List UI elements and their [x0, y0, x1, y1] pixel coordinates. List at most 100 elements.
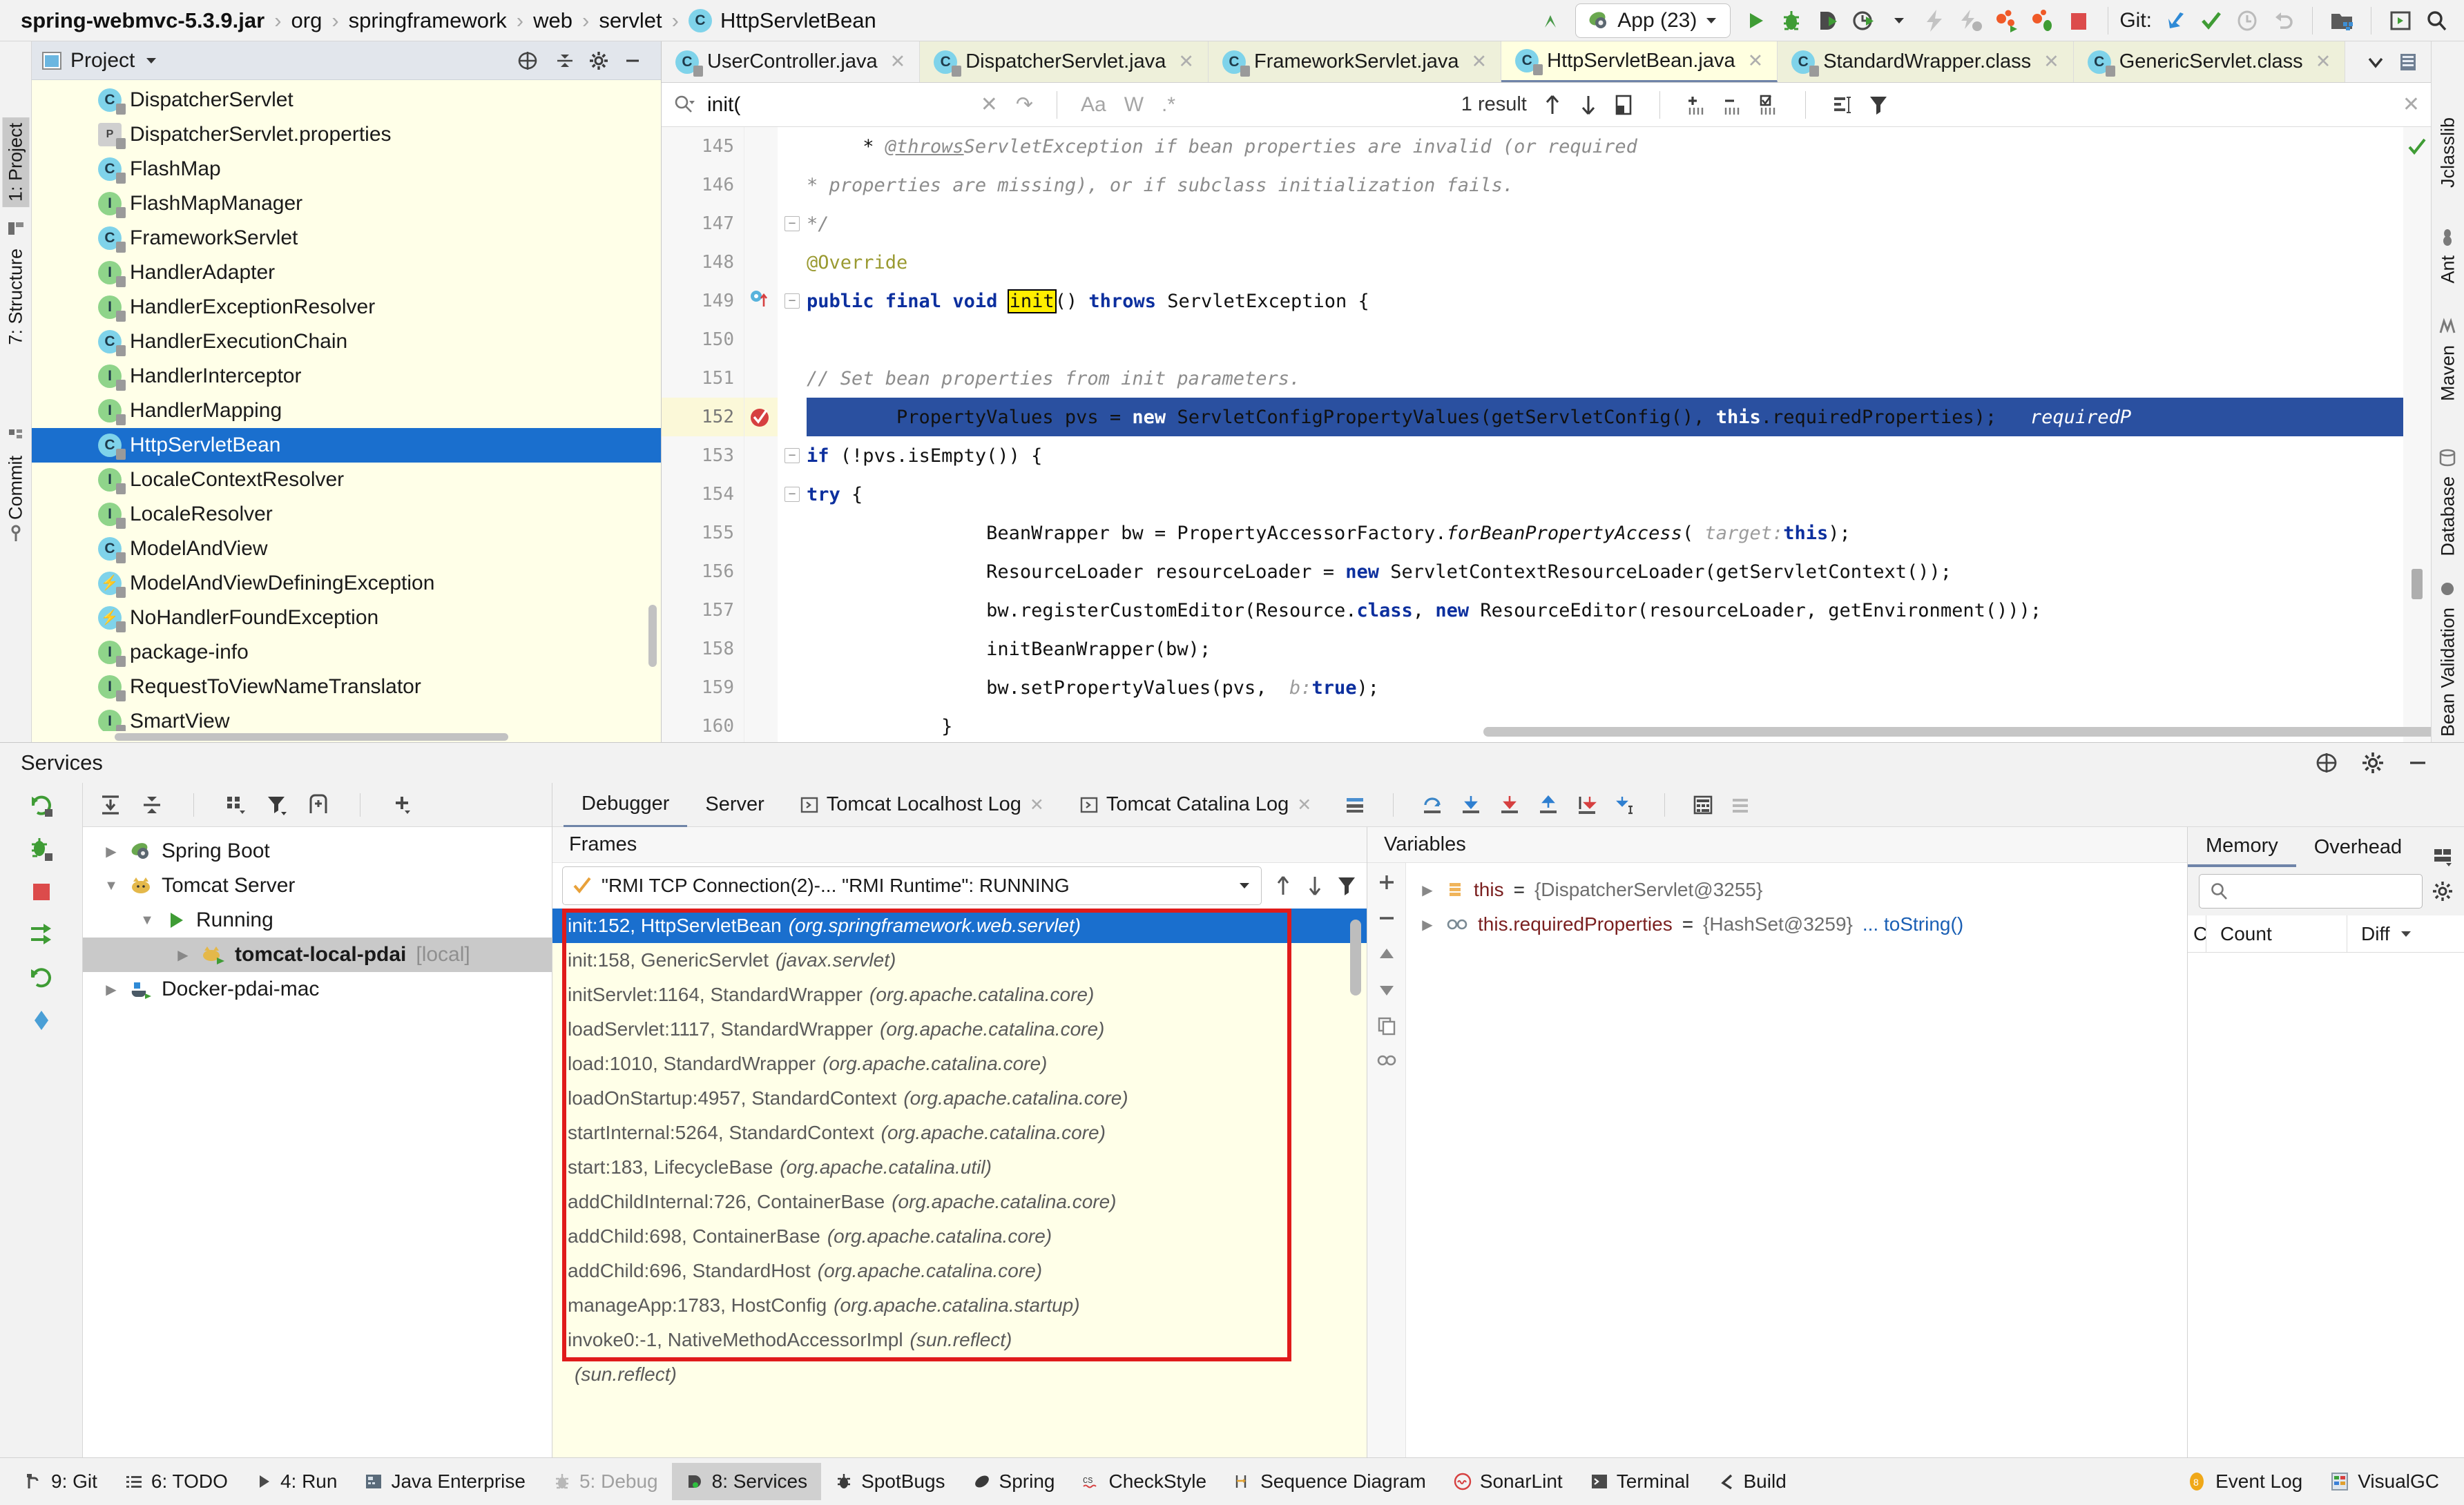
project-tree-item[interactable]: C HandlerExecutionChain — [32, 324, 661, 359]
fold-slot[interactable] — [778, 668, 807, 707]
editor-tab[interactable]: C FrameworkServlet.java ✕ — [1209, 41, 1502, 82]
variables-list[interactable]: ▶ this = {DispatcherServlet@3255} ▶ this.requ… — [1406, 863, 2187, 1457]
words-toggle[interactable]: W — [1124, 93, 1144, 117]
run-with-coverage-button[interactable] — [1809, 3, 1845, 39]
breadcrumb-item-0[interactable]: spring-webmvc-5.3.9.jar — [21, 8, 264, 33]
add-line-icon[interactable] — [1686, 94, 1707, 116]
gutter-marker-slot[interactable] — [744, 630, 778, 668]
add-icon[interactable] — [391, 794, 413, 816]
project-tree-item[interactable]: I HandlerAdapter — [32, 255, 661, 290]
fold-slot[interactable]: − — [778, 475, 807, 514]
toggle-line-icon[interactable] — [1758, 94, 1779, 116]
step-into-icon[interactable] — [1460, 794, 1482, 816]
next-match-icon[interactable] — [1578, 93, 1599, 117]
close-tab-icon[interactable]: ✕ — [1472, 51, 1488, 72]
chevron-down-icon[interactable] — [144, 54, 158, 68]
jump-to-source-icon[interactable] — [1532, 3, 1568, 39]
editor-tab[interactable]: C UserController.java ✕ — [662, 41, 921, 82]
breadcrumb-item-4[interactable]: servlet — [599, 8, 662, 33]
gutter-marker-slot[interactable] — [744, 707, 778, 742]
breadcrumb-item-2[interactable]: springframework — [349, 8, 507, 33]
fold-toggle-icon[interactable]: − — [785, 216, 800, 231]
profile-button[interactable] — [1845, 3, 1881, 39]
debugger-tab[interactable]: Tomcat Localhost Log ✕ — [782, 783, 1062, 827]
gutter-marker-slot[interactable] — [744, 166, 778, 204]
chevron-down-icon[interactable]: ▼ — [138, 913, 156, 929]
project-tree-item[interactable]: I FlashMapManager — [32, 186, 661, 221]
settings-lines-icon[interactable] — [1730, 795, 1751, 815]
status-bar-item[interactable]: Spring — [959, 1463, 1069, 1500]
stop-icon[interactable] — [30, 881, 52, 903]
status-bar-item[interactable]: VisualGC — [2316, 1463, 2453, 1500]
status-bar-item[interactable]: SpotBugs — [821, 1463, 959, 1500]
fold-slot[interactable]: − — [778, 282, 807, 320]
editor-tab[interactable]: C DispatcherServlet.java ✕ — [920, 41, 1209, 82]
fold-toggle-icon[interactable]: − — [785, 293, 800, 309]
frame-item[interactable]: init:152, HttpServletBean (org.springfram… — [552, 909, 1367, 943]
tool-window-project[interactable]: 1: Project — [2, 117, 29, 208]
gutter-marker-slot[interactable] — [744, 398, 778, 436]
variable-row[interactable]: ▶ this.requiredProperties = {HashSet@3259}.… — [1406, 907, 2187, 942]
memory-col-class[interactable]: Class — [2188, 915, 2206, 952]
project-tree-item[interactable]: I HandlerExceptionResolver — [32, 290, 661, 324]
filter-icon[interactable] — [1868, 94, 1889, 116]
collapse-all-icon[interactable] — [141, 794, 163, 816]
collapse-all-icon[interactable] — [556, 52, 574, 70]
fold-slot[interactable] — [778, 707, 807, 742]
chevron-down-icon[interactable]: ▼ — [102, 878, 120, 894]
gutter-marker-slot[interactable] — [744, 359, 778, 398]
variable-row[interactable]: ▶ this = {DispatcherServlet@3255} — [1406, 873, 2187, 907]
services-locate-icon[interactable] — [2315, 751, 2338, 775]
close-tab-icon[interactable]: ✕ — [1748, 50, 1764, 72]
drop-frame-icon[interactable] — [1576, 794, 1598, 816]
bytecode-icon[interactable] — [2398, 52, 2418, 72]
services-tree-item[interactable]: ▼ Running — [83, 903, 552, 938]
frame-up-icon[interactable] — [1273, 874, 1293, 897]
prev-match-icon[interactable] — [1542, 93, 1563, 117]
frame-item[interactable]: init:158, GenericServlet (javax.servlet) — [552, 943, 1367, 978]
code-line[interactable]: @Override — [807, 243, 2403, 282]
wrap-search-icon[interactable]: ↷ — [1016, 93, 1033, 117]
memory-search-input[interactable] — [2199, 874, 2423, 909]
terminal-icon[interactable] — [2383, 3, 2418, 39]
frame-item[interactable]: invoke0:-1, NativeMethodAccessorImpl (sun… — [552, 1323, 1367, 1357]
code-line[interactable]: if (!pvs.isEmpty()) { — [807, 436, 2403, 475]
fold-toggle-icon[interactable]: − — [785, 448, 800, 463]
update-project-icon[interactable] — [2157, 3, 2193, 39]
project-tree-vscrollbar[interactable] — [648, 605, 657, 667]
hide-icon[interactable] — [624, 52, 642, 70]
override-method-icon[interactable] — [749, 289, 772, 312]
step-out-icon[interactable] — [1537, 794, 1559, 816]
project-tree-item[interactable]: I RequestToViewNameTranslator — [32, 670, 661, 704]
fold-slot[interactable] — [778, 591, 807, 630]
frame-item[interactable]: start:183, LifecycleBase (org.apache.cata… — [552, 1150, 1367, 1185]
project-tree[interactable]: C DispatcherServlet P DispatcherServlet.pro… — [32, 80, 661, 731]
project-structure-icon[interactable] — [2324, 3, 2360, 39]
editor-tab[interactable]: C StandardWrapper.class ✕ — [1778, 41, 2074, 82]
breakpoint-gutter[interactable] — [744, 127, 778, 742]
frame-item[interactable]: addChild:696, StandardHost (org.apache.ca… — [552, 1254, 1367, 1288]
error-stripe-gutter[interactable] — [2403, 127, 2431, 742]
attach-profiler-icon[interactable] — [1989, 3, 2025, 39]
code-line[interactable]: BeanWrapper bw = PropertyAccessorFactory… — [807, 514, 2403, 552]
chevron-right-icon[interactable]: ▶ — [102, 843, 120, 860]
gutter-marker-slot[interactable] — [744, 204, 778, 243]
status-bar-item[interactable]: 5: Debug — [539, 1463, 672, 1500]
code-line[interactable]: try { — [807, 475, 2403, 514]
code-editor[interactable]: 145 146 147 148 149 150 151 152 153 154 155 156 157 1… — [662, 127, 2431, 742]
console-toggle-icon[interactable] — [1345, 795, 1365, 815]
search-everywhere-icon[interactable] — [2418, 3, 2454, 39]
fold-slot[interactable] — [778, 514, 807, 552]
remove-line-icon[interactable] — [1722, 94, 1743, 116]
close-tab-icon[interactable]: ✕ — [1297, 795, 1311, 815]
fold-slot[interactable] — [778, 166, 807, 204]
editor-tab[interactable]: C GenericServlet.class ✕ — [2073, 41, 2346, 82]
memory-tab[interactable]: Memory — [2188, 827, 2296, 867]
frame-item[interactable]: (sun.reflect) — [552, 1357, 1367, 1392]
code-line[interactable]: bw.setPropertyValues(pvs, b: true); — [807, 668, 2403, 707]
restart-icon[interactable] — [29, 965, 54, 990]
tool-window-commit[interactable]: Commit — [5, 456, 26, 520]
stop-button[interactable] — [2061, 3, 2097, 39]
services-tree-item[interactable]: ▶ Docker-pdai-mac — [83, 972, 552, 1007]
services-tree[interactable]: ▶ Spring Boot ▼ Tomcat Server ▼ Running ▶ tomca… — [83, 827, 552, 1457]
